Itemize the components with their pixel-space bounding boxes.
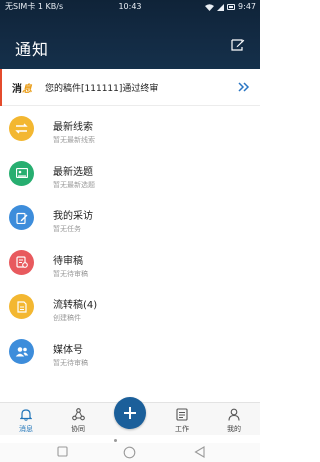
compose-icon[interactable] <box>231 39 245 51</box>
system-nav-bar <box>0 443 260 462</box>
item-title: 待审稿 <box>53 255 83 267</box>
tab-label: 协同 <box>71 425 85 433</box>
list-item-topics[interactable]: 最新选题 暂无最新选题 <box>0 152 260 197</box>
item-title: 媒体号 <box>53 344 83 356</box>
tab-work[interactable]: 工作 <box>162 403 202 436</box>
home-icon[interactable] <box>123 446 136 459</box>
notice-tag: 消息 <box>12 80 32 95</box>
topic-icon <box>9 160 34 186</box>
person-icon <box>228 408 240 421</box>
item-title: 流转稿(4) <box>53 300 98 311</box>
circulation-icon <box>9 294 34 319</box>
item-subtitle: 暂无最新选题 <box>53 180 95 189</box>
item-title: 最新线索 <box>53 122 93 133</box>
notice-bar[interactable]: 消息 您的稿件[111111]通过终审 <box>0 69 260 106</box>
item-title: 我的采访 <box>53 211 93 222</box>
notice-text: 您的稿件[111111]通过终审 <box>45 84 159 94</box>
item-subtitle: 暂无待审稿 <box>53 269 88 278</box>
page-title: 通知 <box>15 40 50 59</box>
clue-icon <box>9 116 34 141</box>
interview-icon <box>9 205 34 230</box>
tab-label: 工作 <box>175 425 189 433</box>
status-bar: 无SIM卡 1 KB/s 10:43 9:47 <box>0 0 260 14</box>
battery-icon <box>227 4 236 10</box>
back-icon[interactable] <box>194 446 205 458</box>
list-item-pending-review[interactable]: 待审稿 暂无待审稿 <box>0 241 260 286</box>
tab-mine[interactable]: 我的 <box>214 403 254 436</box>
item-subtitle: 暂无最新线索 <box>53 136 95 144</box>
list-item-interviews[interactable]: 我的采访 暂无任务 <box>0 196 260 241</box>
notice-tag-part1: 消 <box>12 84 22 95</box>
notice-tag-part2: 息 <box>22 84 32 95</box>
share-icon <box>72 408 85 421</box>
item-subtitle: 暂无任务 <box>53 225 81 233</box>
document-icon <box>176 408 188 421</box>
wifi-icon <box>205 3 215 11</box>
bell-icon <box>20 409 32 421</box>
signal-icon <box>217 3 225 11</box>
page-indicator-dot <box>114 439 117 442</box>
double-chevron-right-icon[interactable] <box>238 82 250 92</box>
list-item-media[interactable]: 媒体号 暂无待审稿 <box>0 330 260 375</box>
app-header: 无SIM卡 1 KB/s 10:43 9:47 通知 <box>0 0 260 69</box>
message-list: 最新线索 暂无最新线索 最新选题 暂无最新选题 我的采访 暂无任务 待审稿 暂无… <box>0 107 260 374</box>
item-subtitle: 创建稿件 <box>53 314 81 322</box>
list-item-clues[interactable]: 最新线索 暂无最新线索 <box>0 107 260 152</box>
tab-label: 我的 <box>227 425 241 433</box>
plus-icon <box>124 407 136 419</box>
media-account-icon <box>9 338 34 364</box>
review-icon <box>9 249 34 275</box>
tab-collaboration[interactable]: 协同 <box>58 403 98 436</box>
notice-accent <box>0 69 2 106</box>
tab-messages[interactable]: 消息 <box>6 403 46 436</box>
item-subtitle: 暂无待审稿 <box>53 358 88 367</box>
recent-apps-icon[interactable] <box>57 446 68 457</box>
item-title: 最新选题 <box>53 166 93 178</box>
list-item-circulating[interactable]: 流转稿(4) 创建稿件 <box>0 285 260 330</box>
battery-text: 9:47 <box>238 2 256 11</box>
add-button[interactable] <box>114 397 146 429</box>
tab-label: 消息 <box>19 425 33 433</box>
status-right: 9:47 <box>205 0 256 14</box>
